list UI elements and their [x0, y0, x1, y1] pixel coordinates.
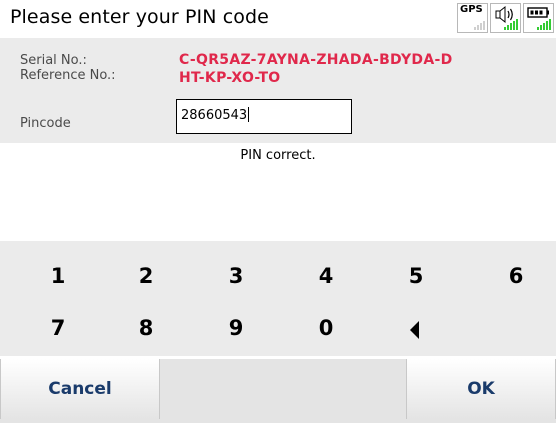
status-icons: GPS — [457, 3, 554, 33]
cancel-button[interactable]: Cancel — [0, 359, 160, 419]
pincode-label: Pincode — [20, 116, 71, 131]
key-8[interactable]: 8 — [116, 316, 176, 340]
gps-icon: GPS — [457, 3, 488, 33]
key-0[interactable]: 0 — [296, 316, 356, 340]
key-3[interactable]: 3 — [206, 264, 266, 288]
reference-value: HT-KP-XO-TO — [179, 70, 281, 86]
key-4[interactable]: 4 — [296, 264, 356, 288]
key-6[interactable]: 6 — [486, 264, 546, 288]
key-7[interactable]: 7 — [28, 316, 88, 340]
key-2[interactable]: 2 — [116, 264, 176, 288]
numeric-keypad: 1 2 3 4 5 6 7 8 9 0 — [0, 241, 556, 356]
reference-label: Reference No.: — [20, 68, 116, 83]
status-message: PIN correct. — [240, 148, 316, 163]
title-bar: Please enter your PIN code GPS — [0, 0, 556, 37]
battery-icon — [523, 3, 554, 33]
pincode-value: 28660543 — [181, 108, 248, 123]
key-9[interactable]: 9 — [206, 316, 266, 340]
gps-label: GPS — [460, 4, 483, 15]
pincode-input[interactable]: 28660543 — [176, 99, 352, 134]
key-1[interactable]: 1 — [28, 264, 88, 288]
serial-value: C-QR5AZ-7AYNA-ZHADA-BDYDA-D — [179, 52, 453, 68]
text-caret — [248, 107, 250, 122]
key-5[interactable]: 5 — [386, 264, 446, 288]
page-title: Please enter your PIN code — [10, 6, 269, 28]
speaker-icon — [490, 3, 521, 33]
serial-label: Serial No.: — [20, 53, 87, 68]
backspace-icon[interactable] — [410, 321, 419, 339]
ok-button[interactable]: OK — [406, 359, 556, 419]
